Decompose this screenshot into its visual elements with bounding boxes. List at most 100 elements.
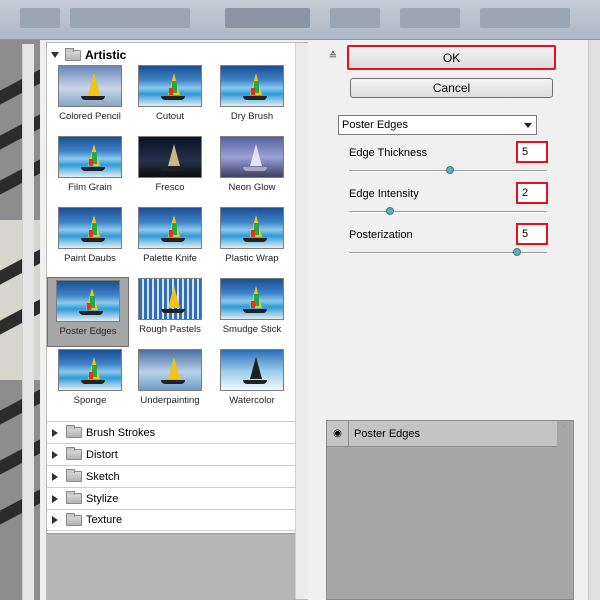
- filter-label: Cutout: [156, 111, 184, 122]
- thumbnail-image: [58, 207, 122, 249]
- filter-label: Fresco: [155, 182, 185, 193]
- edge-thickness-input[interactable]: 5: [516, 141, 548, 163]
- filter-colored-pencil[interactable]: Colored Pencil: [50, 65, 130, 122]
- collapsed-triangle-icon: [52, 494, 58, 503]
- filter-poster-edges[interactable]: Poster Edges: [47, 277, 129, 347]
- preview-stripe: [0, 489, 40, 525]
- filter-sponge[interactable]: Sponge: [50, 349, 130, 406]
- category-label: Stylize: [86, 492, 119, 505]
- edge-intensity-input[interactable]: 2: [516, 182, 548, 204]
- title-bar-block: [70, 8, 190, 28]
- preview-scrollbar[interactable]: [22, 44, 34, 600]
- preview-stripe: [0, 114, 40, 150]
- category-label: Brush Strokes: [86, 426, 156, 439]
- preview-stripe: [0, 389, 40, 425]
- category-stylize[interactable]: Stylize: [47, 487, 295, 509]
- effect-layers-panel: ◉ Poster Edges: [326, 420, 574, 600]
- filter-label: Sponge: [73, 395, 107, 406]
- filter-plastic-wrap[interactable]: Plastic Wrap: [212, 207, 292, 264]
- preview-light-area: [0, 220, 40, 380]
- effect-layer-row[interactable]: ◉ Poster Edges: [327, 420, 557, 447]
- filter-fresco[interactable]: Fresco: [130, 136, 210, 193]
- thumbnail-image: [58, 136, 122, 178]
- filter-select[interactable]: Poster Edges: [338, 115, 537, 135]
- category-label: Distort: [86, 448, 118, 461]
- collapsed-triangle-icon: [52, 450, 58, 459]
- thumbnail-image: [220, 65, 284, 107]
- title-bar: [0, 0, 600, 40]
- thumbnail-image: [58, 349, 122, 391]
- gallery-scrollbar[interactable]: [295, 43, 308, 599]
- category-texture[interactable]: Texture: [47, 509, 295, 531]
- title-bar-block: [225, 8, 310, 28]
- thumbnail-image: [138, 136, 202, 178]
- collapsed-triangle-icon: [52, 516, 58, 524]
- edge-intensity-slider[interactable]: [349, 211, 547, 213]
- cancel-button[interactable]: Cancel: [350, 78, 553, 98]
- category-label: Artistic: [85, 48, 127, 62]
- filter-label: Rough Pastels: [139, 324, 201, 335]
- preview-stripe: [0, 69, 40, 105]
- category-label: Texture: [86, 514, 123, 526]
- category-artistic[interactable]: Artistic: [51, 47, 291, 63]
- filter-label: Plastic Wrap: [225, 253, 279, 264]
- posterization-input[interactable]: 5: [516, 223, 548, 245]
- thumbnail-image: [220, 136, 284, 178]
- right-scrollbar[interactable]: [588, 40, 600, 600]
- posterization-label: Posterization: [349, 229, 413, 241]
- effect-layer-name: Poster Edges: [354, 427, 421, 440]
- filter-label: Underpainting: [140, 395, 200, 406]
- filter-label: Film Grain: [68, 182, 112, 193]
- category-sketch[interactable]: Sketch: [47, 465, 295, 487]
- filter-smudge-stick[interactable]: Smudge Stick: [212, 278, 292, 335]
- folder-icon: [66, 425, 82, 438]
- thumbnail-image: [220, 349, 284, 391]
- filter-dry-brush[interactable]: Dry Brush: [212, 65, 292, 122]
- thumbnail-image: [138, 278, 202, 320]
- preview-stripe: [0, 159, 40, 195]
- filter-watercolor[interactable]: Watercolor: [212, 349, 292, 406]
- filter-label: Palette Knife: [143, 253, 197, 264]
- filter-label: Watercolor: [229, 395, 275, 406]
- gallery-empty-area: [47, 533, 295, 600]
- ok-button[interactable]: OK: [347, 45, 556, 70]
- expanded-triangle-icon: [51, 52, 59, 58]
- posterization-slider-thumb[interactable]: [513, 248, 521, 256]
- thumbnail-image: [220, 278, 284, 320]
- layers-scroll-up-icon[interactable]: ⌃: [560, 424, 568, 435]
- preview-stripe: [0, 439, 40, 475]
- thumbnail-image: [138, 349, 202, 391]
- category-label: Sketch: [86, 470, 120, 483]
- edge-thickness-label: Edge Thickness: [349, 147, 428, 159]
- title-bar-block: [400, 8, 460, 28]
- edge-intensity-label: Edge Intensity: [349, 188, 419, 200]
- collapse-gallery-icon[interactable]: ≙: [325, 49, 341, 65]
- filter-label: Poster Edges: [59, 326, 117, 337]
- folder-icon: [66, 512, 82, 526]
- edge-intensity-slider-thumb[interactable]: [386, 207, 394, 215]
- folder-icon: [65, 47, 81, 61]
- collapsed-triangle-icon: [52, 472, 58, 481]
- filter-label: Paint Daubs: [64, 253, 116, 264]
- title-bar-block: [480, 8, 570, 28]
- filter-rough-pastels[interactable]: Rough Pastels: [130, 278, 210, 335]
- thumbnail-image: [220, 207, 284, 249]
- filter-underpainting[interactable]: Underpainting: [130, 349, 210, 406]
- filter-paint-daubs[interactable]: Paint Daubs: [50, 207, 130, 264]
- category-distort[interactable]: Distort: [47, 443, 295, 465]
- thumbnail-image: [58, 65, 122, 107]
- eye-icon[interactable]: ◉: [327, 420, 349, 447]
- filter-neon-glow[interactable]: Neon Glow: [212, 136, 292, 193]
- filter-label: Neon Glow: [228, 182, 276, 193]
- filter-gallery: Artistic Colored Pencil Cutout Dry Brush…: [46, 42, 308, 600]
- filter-label: Colored Pencil: [59, 111, 121, 122]
- thumbnail-image: [138, 207, 202, 249]
- filter-select-value: Poster Edges: [342, 119, 409, 131]
- edge-thickness-slider-thumb[interactable]: [446, 166, 454, 174]
- image-preview[interactable]: [0, 40, 40, 600]
- filter-palette-knife[interactable]: Palette Knife: [130, 207, 210, 264]
- filter-cutout[interactable]: Cutout: [130, 65, 210, 122]
- folder-icon: [66, 469, 82, 482]
- category-brush-strokes[interactable]: Brush Strokes: [47, 421, 295, 443]
- filter-film-grain[interactable]: Film Grain: [50, 136, 130, 193]
